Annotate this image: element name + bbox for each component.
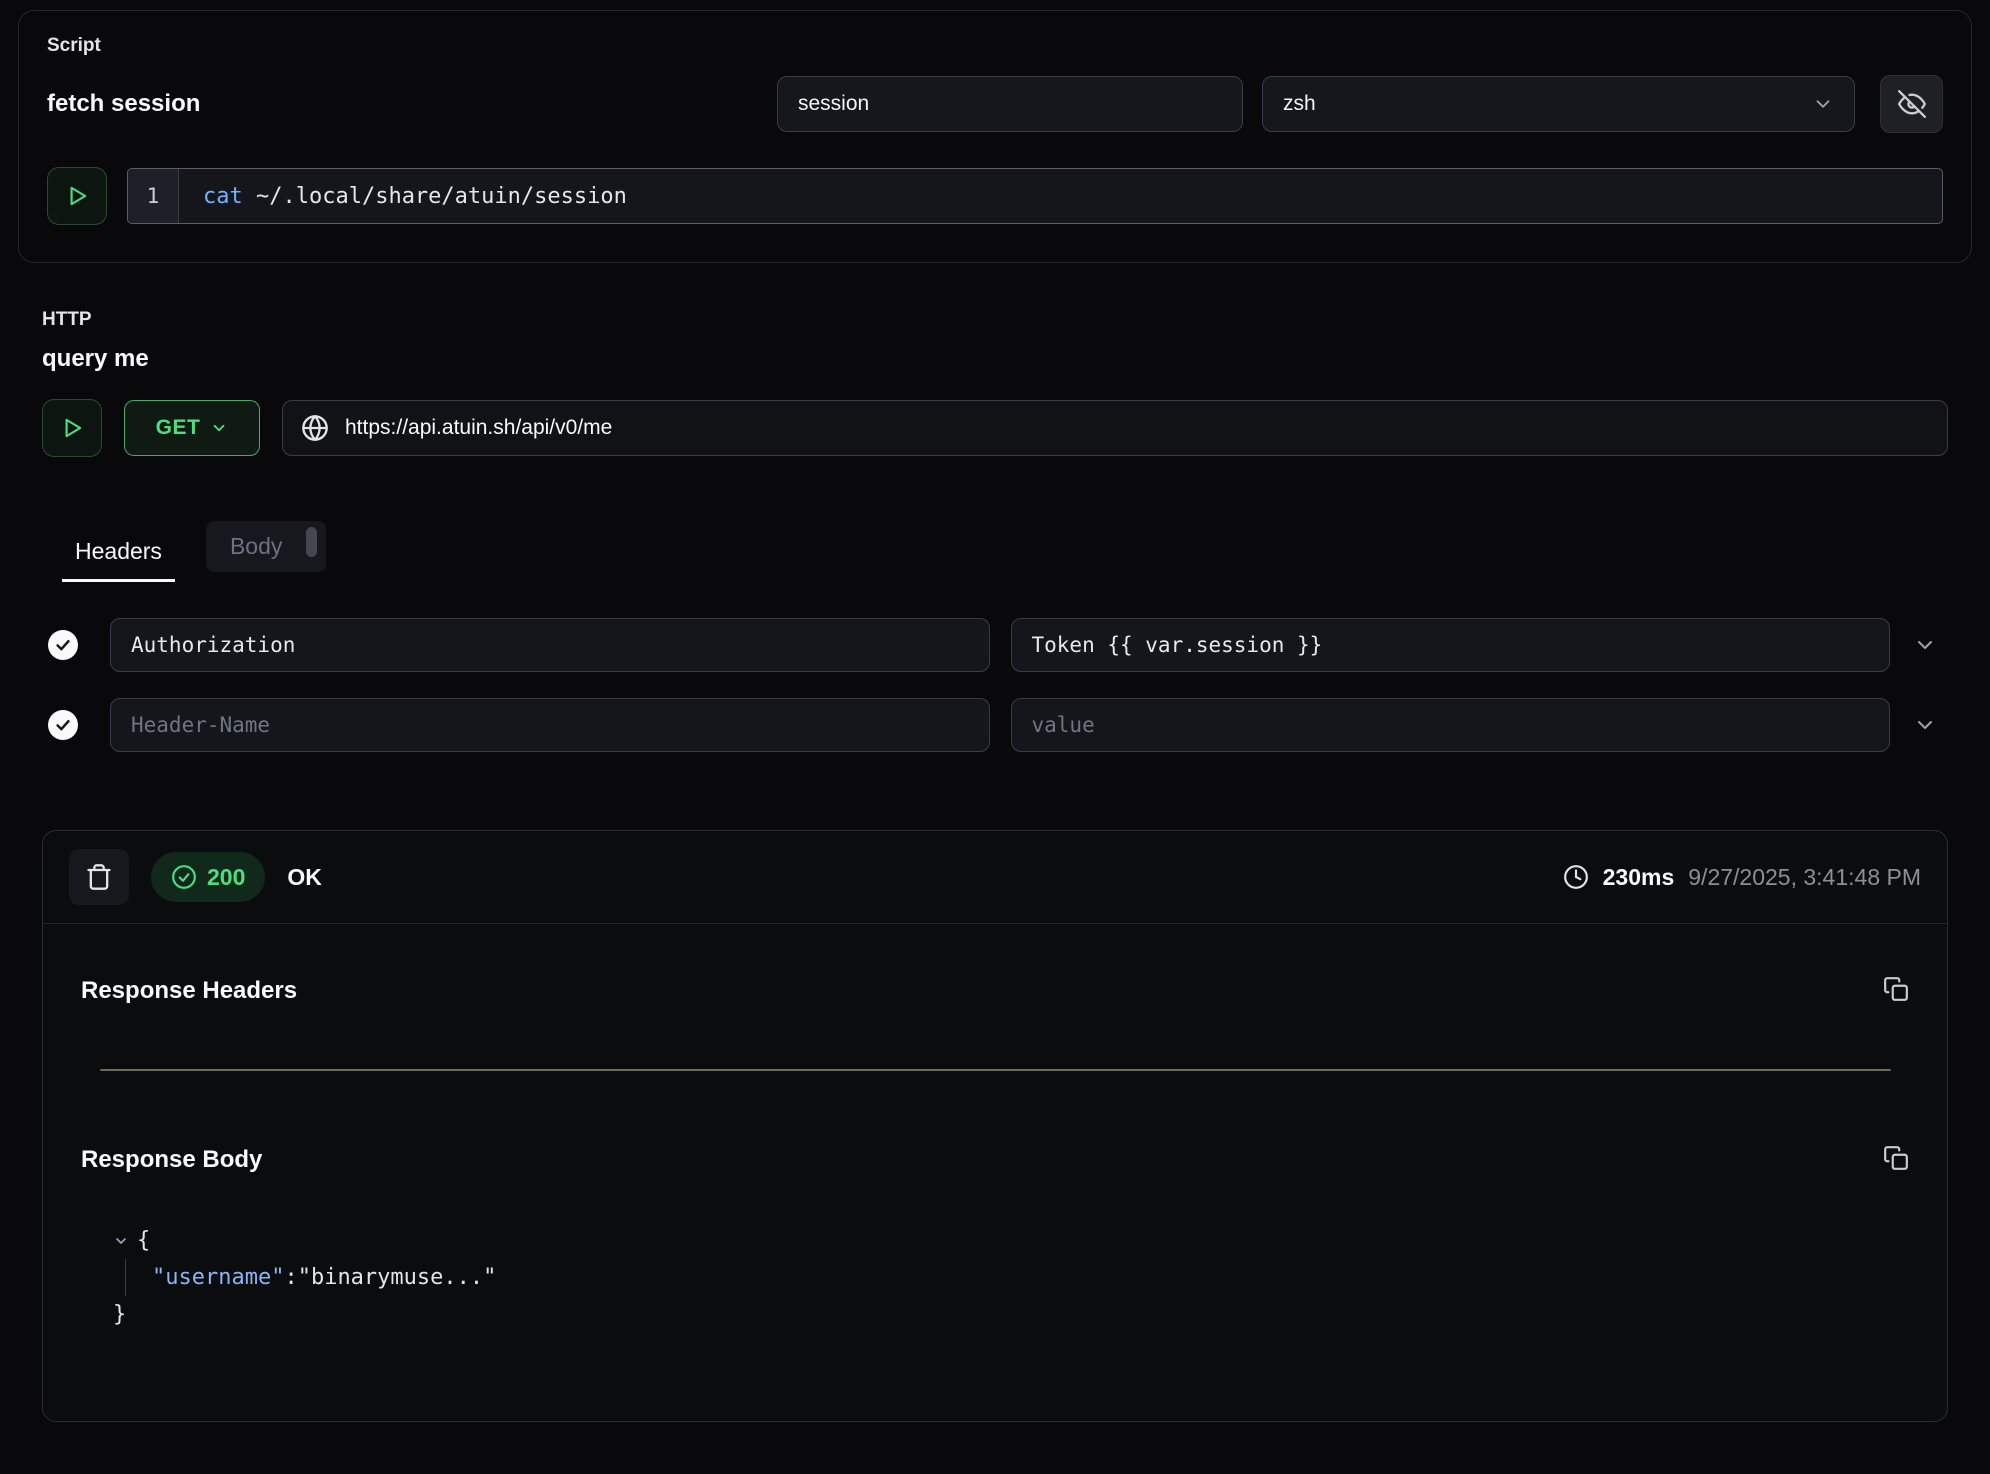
- header-value-input[interactable]: [1011, 618, 1891, 672]
- header-row-expand-button[interactable]: [1902, 618, 1948, 672]
- json-colon: :: [284, 1265, 297, 1290]
- chevron-down-icon: [210, 419, 228, 437]
- json-open-brace: {: [137, 1222, 150, 1259]
- script-block-title: fetch session: [47, 90, 200, 118]
- header-enabled-checkbox[interactable]: [48, 630, 78, 660]
- hide-output-button[interactable]: [1880, 75, 1943, 133]
- run-script-button[interactable]: [47, 167, 107, 225]
- script-block: Script fetch session zsh: [18, 10, 1972, 263]
- script-block-type-label: Script: [47, 35, 1943, 57]
- method-select[interactable]: GET: [124, 400, 260, 456]
- run-request-button[interactable]: [42, 399, 102, 457]
- request-tabs: Headers Body: [62, 521, 1948, 582]
- header-enabled-checkbox[interactable]: [48, 710, 78, 740]
- status-text: OK: [287, 864, 322, 891]
- output-variable-input[interactable]: [777, 76, 1243, 132]
- json-property-line: "username":"binarymuse...": [125, 1259, 1947, 1296]
- header-row: [42, 618, 1948, 672]
- status-badge: 200: [151, 852, 265, 902]
- response-timestamp: 9/27/2025, 3:41:48 PM: [1688, 864, 1921, 891]
- header-value-input[interactable]: [1011, 698, 1891, 752]
- clock-icon: [1563, 864, 1589, 890]
- scrollbar-thumb[interactable]: [306, 527, 317, 557]
- url-field[interactable]: [282, 400, 1948, 456]
- header-rows: [42, 618, 1948, 752]
- response-headers-section: Response Headers: [43, 924, 1947, 1005]
- copy-body-button[interactable]: [1883, 1145, 1909, 1174]
- tab-headers[interactable]: Headers: [62, 538, 175, 582]
- http-block-title: query me: [42, 345, 1948, 373]
- status-code: 200: [207, 864, 245, 891]
- response-json-viewer: { "username":"binarymuse..." }: [113, 1222, 1947, 1333]
- play-icon: [64, 183, 90, 209]
- trash-icon: [85, 863, 113, 891]
- caret-down-icon[interactable]: [113, 1233, 129, 1249]
- interpreter-select-value: zsh: [1283, 92, 1316, 116]
- tab-body[interactable]: Body: [206, 521, 326, 572]
- check-icon: [53, 635, 73, 655]
- header-key-input[interactable]: [110, 618, 990, 672]
- json-value: "binarymuse...": [298, 1265, 497, 1290]
- json-key: "username": [152, 1265, 284, 1290]
- chevron-down-icon: [1913, 713, 1937, 737]
- url-input[interactable]: [343, 415, 1929, 441]
- interpreter-select[interactable]: zsh: [1262, 76, 1855, 132]
- json-close-brace: }: [113, 1302, 126, 1327]
- script-block-header: fetch session zsh: [47, 75, 1943, 133]
- code-keyword: cat: [203, 184, 243, 209]
- response-panel: 200 OK 230ms 9/27/2025, 3:41:48 PM Respo…: [42, 830, 1948, 1422]
- response-headers-title: Response Headers: [81, 977, 297, 1005]
- response-header: 200 OK 230ms 9/27/2025, 3:41:48 PM: [43, 831, 1947, 923]
- header-row-expand-button[interactable]: [1902, 698, 1948, 752]
- eye-off-icon: [1898, 90, 1926, 118]
- copy-icon: [1883, 1145, 1909, 1171]
- globe-icon: [301, 414, 329, 442]
- chevron-down-icon: [1913, 633, 1937, 657]
- header-key-input[interactable]: [110, 698, 990, 752]
- delete-response-button[interactable]: [69, 849, 129, 905]
- check-icon: [53, 715, 73, 735]
- code-editor[interactable]: 1 cat ~/.local/share/atuin/session: [127, 168, 1943, 224]
- response-body-section: Response Body: [43, 1071, 1947, 1174]
- script-editor-row: 1 cat ~/.local/share/atuin/session: [47, 167, 1943, 225]
- response-duration: 230ms: [1603, 864, 1675, 891]
- response-meta: 230ms 9/27/2025, 3:41:48 PM: [1563, 864, 1921, 891]
- copy-headers-button[interactable]: [1883, 976, 1909, 1005]
- code-rest: ~/.local/share/atuin/session: [243, 184, 627, 209]
- json-root-line: {: [113, 1222, 1947, 1259]
- check-circle-icon: [171, 864, 197, 890]
- http-block-type-label: HTTP: [42, 309, 1948, 331]
- line-number: 1: [128, 169, 179, 223]
- method-select-value: GET: [156, 416, 201, 440]
- http-block: HTTP query me GET Headers Bod: [18, 309, 1972, 1422]
- code-line: cat ~/.local/share/atuin/session: [179, 169, 627, 223]
- header-row: [42, 698, 1948, 752]
- json-close-line: }: [113, 1296, 1947, 1333]
- http-controls-row: GET: [42, 399, 1948, 457]
- response-body-title: Response Body: [81, 1146, 262, 1174]
- chevron-down-icon: [1812, 93, 1834, 115]
- tab-body-label: Body: [230, 533, 282, 559]
- play-icon: [59, 415, 85, 441]
- copy-icon: [1883, 976, 1909, 1002]
